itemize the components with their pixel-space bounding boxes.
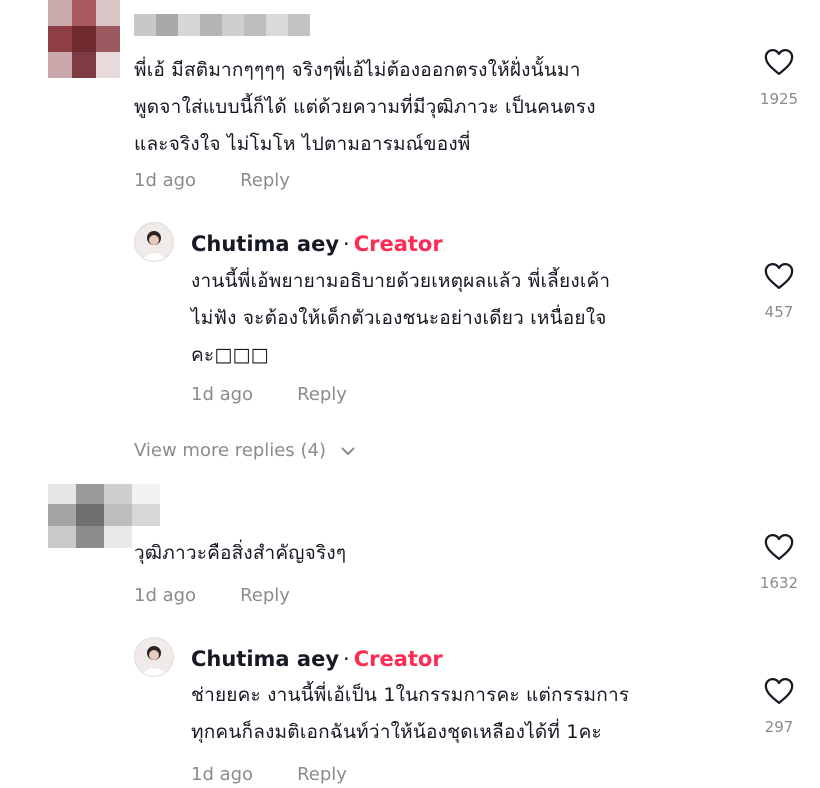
- comment-text: พี่เอ้ มีสติมากๆๆๆๆ จริงๆพี่เอ้ไม่ต้องออ…: [134, 59, 596, 155]
- chevron-down-icon: [340, 447, 355, 456]
- view-more-replies-button[interactable]: View more replies (4): [134, 440, 356, 461]
- separator: ·: [343, 232, 350, 256]
- username-blurred[interactable]: [134, 14, 310, 36]
- author-name[interactable]: Chutima aey: [191, 647, 339, 671]
- author-name[interactable]: Chutima aey: [191, 232, 339, 256]
- heart-outline-icon[interactable]: [764, 533, 794, 561]
- reply-meta: 1d ago Reply: [191, 764, 347, 785]
- like-count: 457: [764, 303, 794, 321]
- creator-badge: Creator: [353, 232, 443, 256]
- heart-outline-icon[interactable]: [764, 262, 794, 290]
- like-count: 1632: [759, 574, 799, 592]
- like-count: 297: [764, 718, 794, 736]
- comment-time: 1d ago: [134, 585, 197, 606]
- reply-time: 1d ago: [191, 384, 254, 405]
- reply-author[interactable]: Chutima aey · Creator: [191, 232, 443, 256]
- reply-text: ช่ายยคะ งานนี้พี่เอ้เป็น 1ในกรรมการคะ แต…: [191, 684, 630, 743]
- reply-button[interactable]: Reply: [297, 384, 347, 405]
- separator: ·: [343, 647, 350, 671]
- view-more-label: View more replies (4): [134, 440, 326, 461]
- comment-text: วุฒิภาวะคือสิ่งสำคัญจริงๆ: [134, 542, 347, 564]
- comment-meta: 1d ago Reply: [134, 585, 290, 606]
- reply-author[interactable]: Chutima aey · Creator: [191, 647, 443, 671]
- creator-badge: Creator: [353, 647, 443, 671]
- creator-avatar[interactable]: [134, 222, 174, 262]
- reply-button[interactable]: Reply: [240, 170, 290, 191]
- avatar[interactable]: [48, 0, 120, 78]
- creator-avatar[interactable]: [134, 637, 174, 677]
- reply-meta: 1d ago Reply: [191, 384, 347, 405]
- comment-time: 1d ago: [134, 170, 197, 191]
- heart-outline-icon[interactable]: [764, 677, 794, 705]
- comment-meta: 1d ago Reply: [134, 170, 290, 191]
- reply-text: งานนี้พี่เอ้พยายามอธิบายด้วยเหตุผลแล้ว พ…: [191, 270, 611, 366]
- reply-button[interactable]: Reply: [240, 585, 290, 606]
- like-count: 1925: [759, 90, 799, 108]
- reply-button[interactable]: Reply: [297, 764, 347, 785]
- reply-time: 1d ago: [191, 764, 254, 785]
- heart-outline-icon[interactable]: [764, 48, 794, 76]
